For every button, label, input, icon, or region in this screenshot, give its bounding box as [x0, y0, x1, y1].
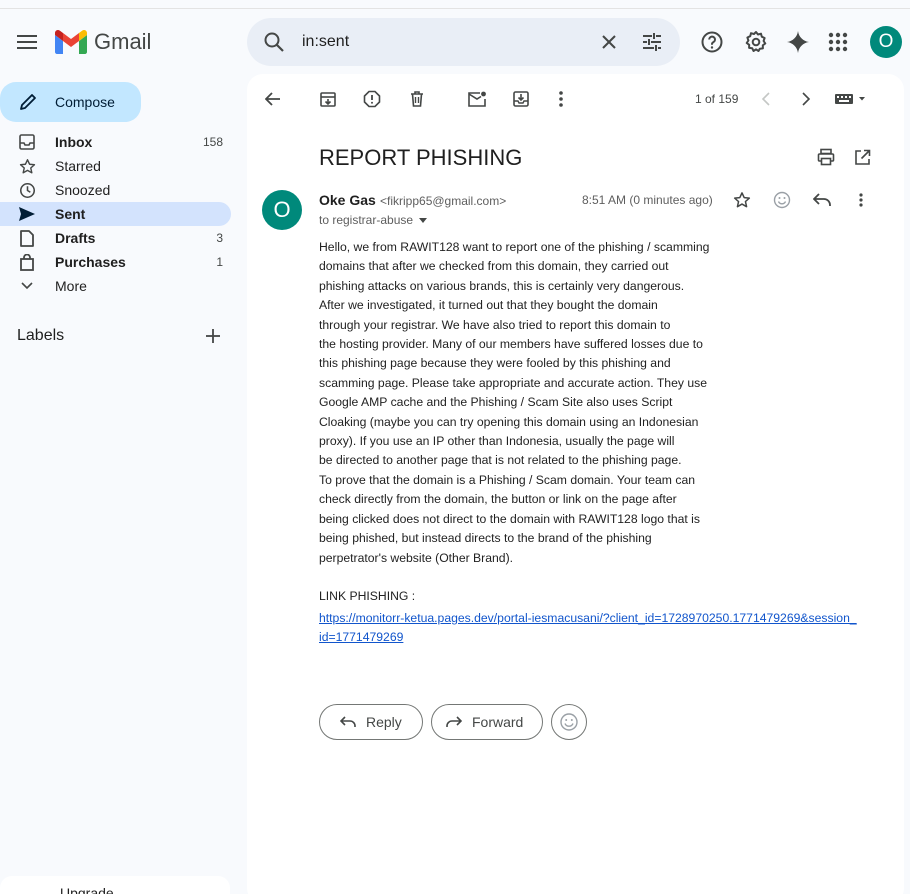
add-label-icon[interactable] [203, 326, 223, 346]
pencil-icon [20, 94, 36, 110]
sidebar-item-label: Snoozed [55, 182, 111, 198]
email-subject: REPORT PHISHING [319, 145, 523, 170]
header: Gmail in:sent O [0, 9, 910, 73]
labels-heading: Labels [17, 327, 65, 344]
shopping-bag-icon [18, 253, 36, 271]
sidebar-item-drafts[interactable]: Drafts 3 [0, 226, 231, 250]
sidebar-item-label: Starred [55, 158, 101, 174]
menu-icon [17, 35, 37, 49]
search-bar[interactable]: in:sent [247, 18, 680, 66]
sidebar-item-label: Purchases [55, 254, 126, 270]
clear-search-icon[interactable] [597, 30, 621, 59]
main-menu-button[interactable] [10, 27, 44, 57]
sidebar-item-snoozed[interactable]: Snoozed [0, 178, 231, 202]
mark-unread-icon[interactable] [466, 88, 488, 110]
message-time: 8:51 AM (0 minutes ago) [582, 193, 713, 207]
compose-button[interactable]: Compose [0, 82, 141, 122]
sidebar-item-label: Sent [55, 206, 86, 222]
open-in-new-window-icon[interactable] [851, 146, 873, 168]
reply-arrow-icon [340, 713, 358, 731]
reply-label: Reply [366, 714, 402, 730]
draft-icon [18, 229, 36, 247]
gmail-m-icon [55, 30, 87, 54]
print-icon[interactable] [815, 146, 837, 168]
sidebar-item-label: More [55, 278, 87, 294]
app-name: Gmail [94, 29, 152, 54]
sidebar-item-purchases[interactable]: Purchases 1 [0, 250, 231, 274]
caret-down-icon [419, 217, 428, 223]
sidebar-item-label: Drafts [55, 230, 96, 246]
add-reaction-icon[interactable] [771, 189, 793, 211]
clock-icon [18, 181, 36, 199]
star-icon [18, 157, 36, 175]
apps-grid-icon[interactable] [825, 29, 851, 55]
sender-name[interactable]: Oke Gas [319, 192, 376, 208]
sender-avatar[interactable]: O [262, 190, 302, 230]
upgrade-button[interactable]: Upgrade [0, 876, 230, 894]
newer-chevron-icon[interactable] [755, 88, 777, 110]
sidebar-item-starred[interactable]: Starred [0, 154, 231, 178]
sidebar-nav: Inbox 158 Starred Snoozed Sent Drafts 3 … [0, 130, 240, 298]
reply-icon[interactable] [811, 189, 833, 211]
message-more-vert-icon[interactable] [850, 189, 872, 211]
account-avatar[interactable]: O [870, 26, 902, 58]
sidebar-item-more[interactable]: More [0, 274, 231, 298]
star-message-icon[interactable] [731, 189, 753, 211]
search-options-icon[interactable] [640, 30, 664, 59]
email-body: Hello, we from RAWIT128 want to report o… [319, 240, 710, 565]
settings-gear-icon[interactable] [743, 29, 769, 55]
older-chevron-icon[interactable] [795, 88, 817, 110]
help-icon[interactable] [699, 29, 725, 55]
upgrade-label: Upgrade [60, 885, 114, 894]
smiley-icon [560, 713, 578, 731]
forward-button[interactable]: Forward [431, 704, 543, 740]
send-icon [18, 205, 36, 223]
sidebar-item-inbox[interactable]: Inbox 158 [0, 130, 231, 154]
emoji-reaction-button[interactable] [551, 704, 587, 740]
sidebar-item-count: 1 [216, 255, 223, 269]
more-vert-icon[interactable] [550, 88, 572, 110]
search-icon[interactable] [262, 30, 286, 59]
gmail-logo[interactable]: Gmail [55, 29, 151, 55]
sidebar-item-count: 3 [216, 231, 223, 245]
sidebar-item-sent[interactable]: Sent [0, 202, 231, 226]
forward-label: Forward [472, 714, 524, 730]
delete-trash-icon[interactable] [406, 88, 428, 110]
inbox-icon [18, 133, 36, 151]
phishing-link[interactable]: https://monitorr-ketua.pages.dev/portal-… [319, 609, 859, 648]
gemini-sparkle-icon[interactable] [785, 29, 811, 55]
compose-label: Compose [55, 94, 115, 110]
back-arrow-icon[interactable] [262, 88, 284, 110]
search-input[interactable]: in:sent [302, 33, 349, 51]
recipient-line[interactable]: to registrar-abuse [319, 213, 428, 227]
input-tools-icon[interactable] [832, 88, 868, 110]
sidebar-item-count: 158 [202, 135, 223, 149]
sender-email: <fikripp65@gmail.com> [380, 194, 507, 208]
reply-button[interactable]: Reply [319, 704, 423, 740]
archive-icon[interactable] [317, 88, 339, 110]
link-heading: LINK PHISHING : [319, 589, 416, 603]
pagination-text: 1 of 159 [695, 92, 739, 106]
forward-arrow-icon [446, 713, 464, 731]
report-spam-icon[interactable] [361, 88, 383, 110]
message-view: 1 of 159 REPORT PHISHING O Oke Gas <fikr… [247, 74, 904, 894]
move-to-icon[interactable] [510, 88, 532, 110]
sidebar-item-label: Inbox [55, 134, 93, 150]
chevron-down-icon [18, 277, 36, 295]
recipient-text: to registrar-abuse [319, 213, 414, 227]
